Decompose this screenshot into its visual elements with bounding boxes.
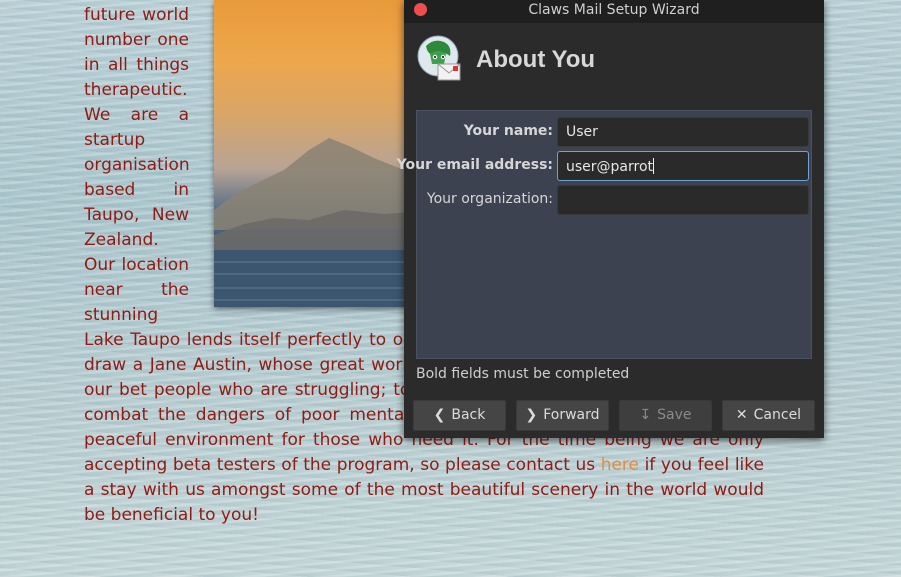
back-button[interactable]: ❮ Back [413, 400, 506, 431]
email-field[interactable]: user@parrot [557, 151, 809, 181]
setup-wizard-window: Claws Mail Setup Wizard About You Your n… [397, 0, 824, 438]
back-button-label: Back [451, 407, 486, 423]
claws-mail-logo-icon [417, 35, 461, 81]
required-fields-hint: Bold fields must be completed [416, 366, 630, 382]
wizard-button-bar: ❮ Back ❯ Forward ↧ Save ✕ Cancel [413, 400, 817, 431]
article-narrow-column: future world number one in all things th… [84, 3, 190, 328]
cancel-button[interactable]: ✕ Cancel [722, 400, 815, 431]
organization-label: Your organization: [426, 191, 553, 207]
email-label: Your email address: [396, 157, 553, 173]
text-caret [653, 158, 655, 174]
save-down-arrow-icon: ↧ [639, 407, 652, 423]
forward-button-label: Forward [543, 407, 600, 423]
cancel-button-label: Cancel [753, 407, 802, 423]
save-button[interactable]: ↧ Save [619, 400, 712, 431]
organization-row: Your organization: [417, 185, 811, 215]
article-paragraph: We are a startup organisation based in T… [84, 105, 190, 250]
name-label: Your name: [463, 123, 553, 139]
save-button-label: Save [657, 407, 692, 423]
article-paragraph: Our location near the stunning [84, 255, 189, 325]
page-header: About You [416, 34, 816, 86]
name-row: Your name: User [417, 117, 811, 147]
email-row: Your email address: user@parrot [397, 151, 811, 181]
name-field[interactable]: User [557, 117, 809, 147]
x-icon: ✕ [735, 407, 748, 423]
window-title: Claws Mail Setup Wizard [528, 2, 700, 18]
forward-button[interactable]: ❯ Forward [516, 400, 609, 431]
about-you-form: Your name: User Your email address: user… [397, 110, 812, 359]
chevron-left-icon: ❮ [433, 407, 446, 423]
organization-field[interactable] [557, 185, 809, 215]
contact-link[interactable]: here [601, 455, 639, 475]
window-titlebar[interactable]: Claws Mail Setup Wizard [404, 0, 824, 23]
email-value: user@parrot [566, 159, 654, 175]
close-window-button[interactable] [414, 3, 427, 16]
article-paragraph: future world number one in all things th… [84, 5, 189, 100]
lake-photo [214, 0, 414, 307]
page-title: About You [476, 46, 596, 73]
chevron-right-icon: ❯ [525, 407, 538, 423]
